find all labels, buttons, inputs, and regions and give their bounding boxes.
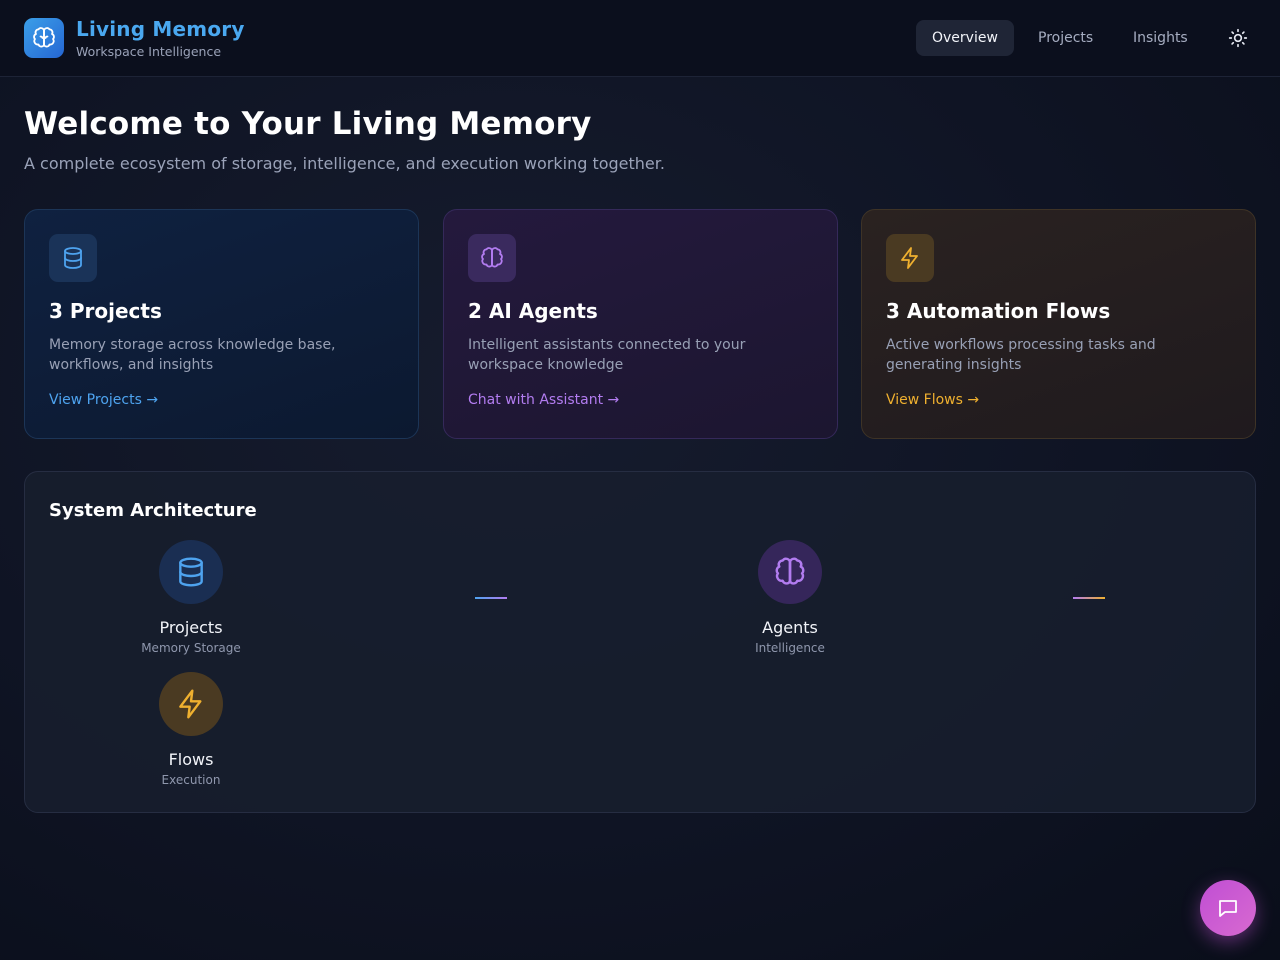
top-bar: Living Memory Workspace Intelligence Ove… — [0, 0, 1280, 77]
database-icon — [49, 234, 97, 282]
brain-icon — [468, 234, 516, 282]
node-projects[interactable]: Projects Memory Storage — [111, 540, 271, 655]
node-subtitle: Execution — [161, 773, 221, 787]
brand-title: Living Memory — [76, 17, 245, 41]
sun-icon[interactable] — [1222, 22, 1254, 54]
node-name: Agents — [762, 618, 818, 637]
nav-insights[interactable]: Insights — [1117, 20, 1204, 56]
card-title: 3 Projects — [49, 299, 162, 323]
connector-line — [1073, 597, 1105, 599]
card-description: Active workflows processing tasks and ge… — [886, 337, 1156, 373]
database-icon — [159, 540, 223, 604]
brain-icon[interactable] — [24, 18, 64, 58]
agents-card: 2 AI Agents Intelligent assistants conne… — [443, 209, 838, 439]
card-description: Intelligent assistants connected to your… — [468, 337, 746, 373]
system-architecture-panel: System Architecture Projects Memory Stor… — [24, 471, 1256, 813]
node-name: Flows — [168, 750, 214, 769]
brain-icon — [758, 540, 822, 604]
flows-card: 3 Automation Flows Active workflows proc… — [861, 209, 1256, 439]
node-subtitle: Intelligence — [755, 641, 825, 655]
chat-with-assistant-link[interactable]: Chat with Assistant → — [468, 392, 619, 408]
projects-card: 3 Projects Memory storage across knowled… — [24, 209, 419, 439]
nav-overview[interactable]: Overview — [916, 20, 1014, 56]
nav-projects[interactable]: Projects — [1022, 20, 1109, 56]
lightning-icon — [886, 234, 934, 282]
page-subtitle: A complete ecosystem of storage, intelli… — [24, 154, 665, 173]
node-flows[interactable]: Flows Execution — [111, 672, 271, 787]
chat-bubble-icon[interactable] — [1200, 880, 1256, 936]
view-flows-link[interactable]: View Flows → — [886, 392, 979, 408]
node-name: Projects — [159, 618, 223, 637]
card-title: 2 AI Agents — [468, 299, 598, 323]
node-agents[interactable]: Agents Intelligence — [710, 540, 870, 655]
card-title: 3 Automation Flows — [886, 299, 1111, 323]
brand-subtitle: Workspace Intelligence — [76, 44, 222, 59]
page-title: Welcome to Your Living Memory — [24, 106, 592, 142]
section-title: System Architecture — [49, 500, 257, 521]
node-subtitle: Memory Storage — [141, 641, 241, 655]
card-description: Memory storage across knowledge base, wo… — [49, 337, 336, 373]
lightning-icon — [159, 672, 223, 736]
view-projects-link[interactable]: View Projects → — [49, 392, 158, 408]
connector-line — [475, 597, 507, 599]
